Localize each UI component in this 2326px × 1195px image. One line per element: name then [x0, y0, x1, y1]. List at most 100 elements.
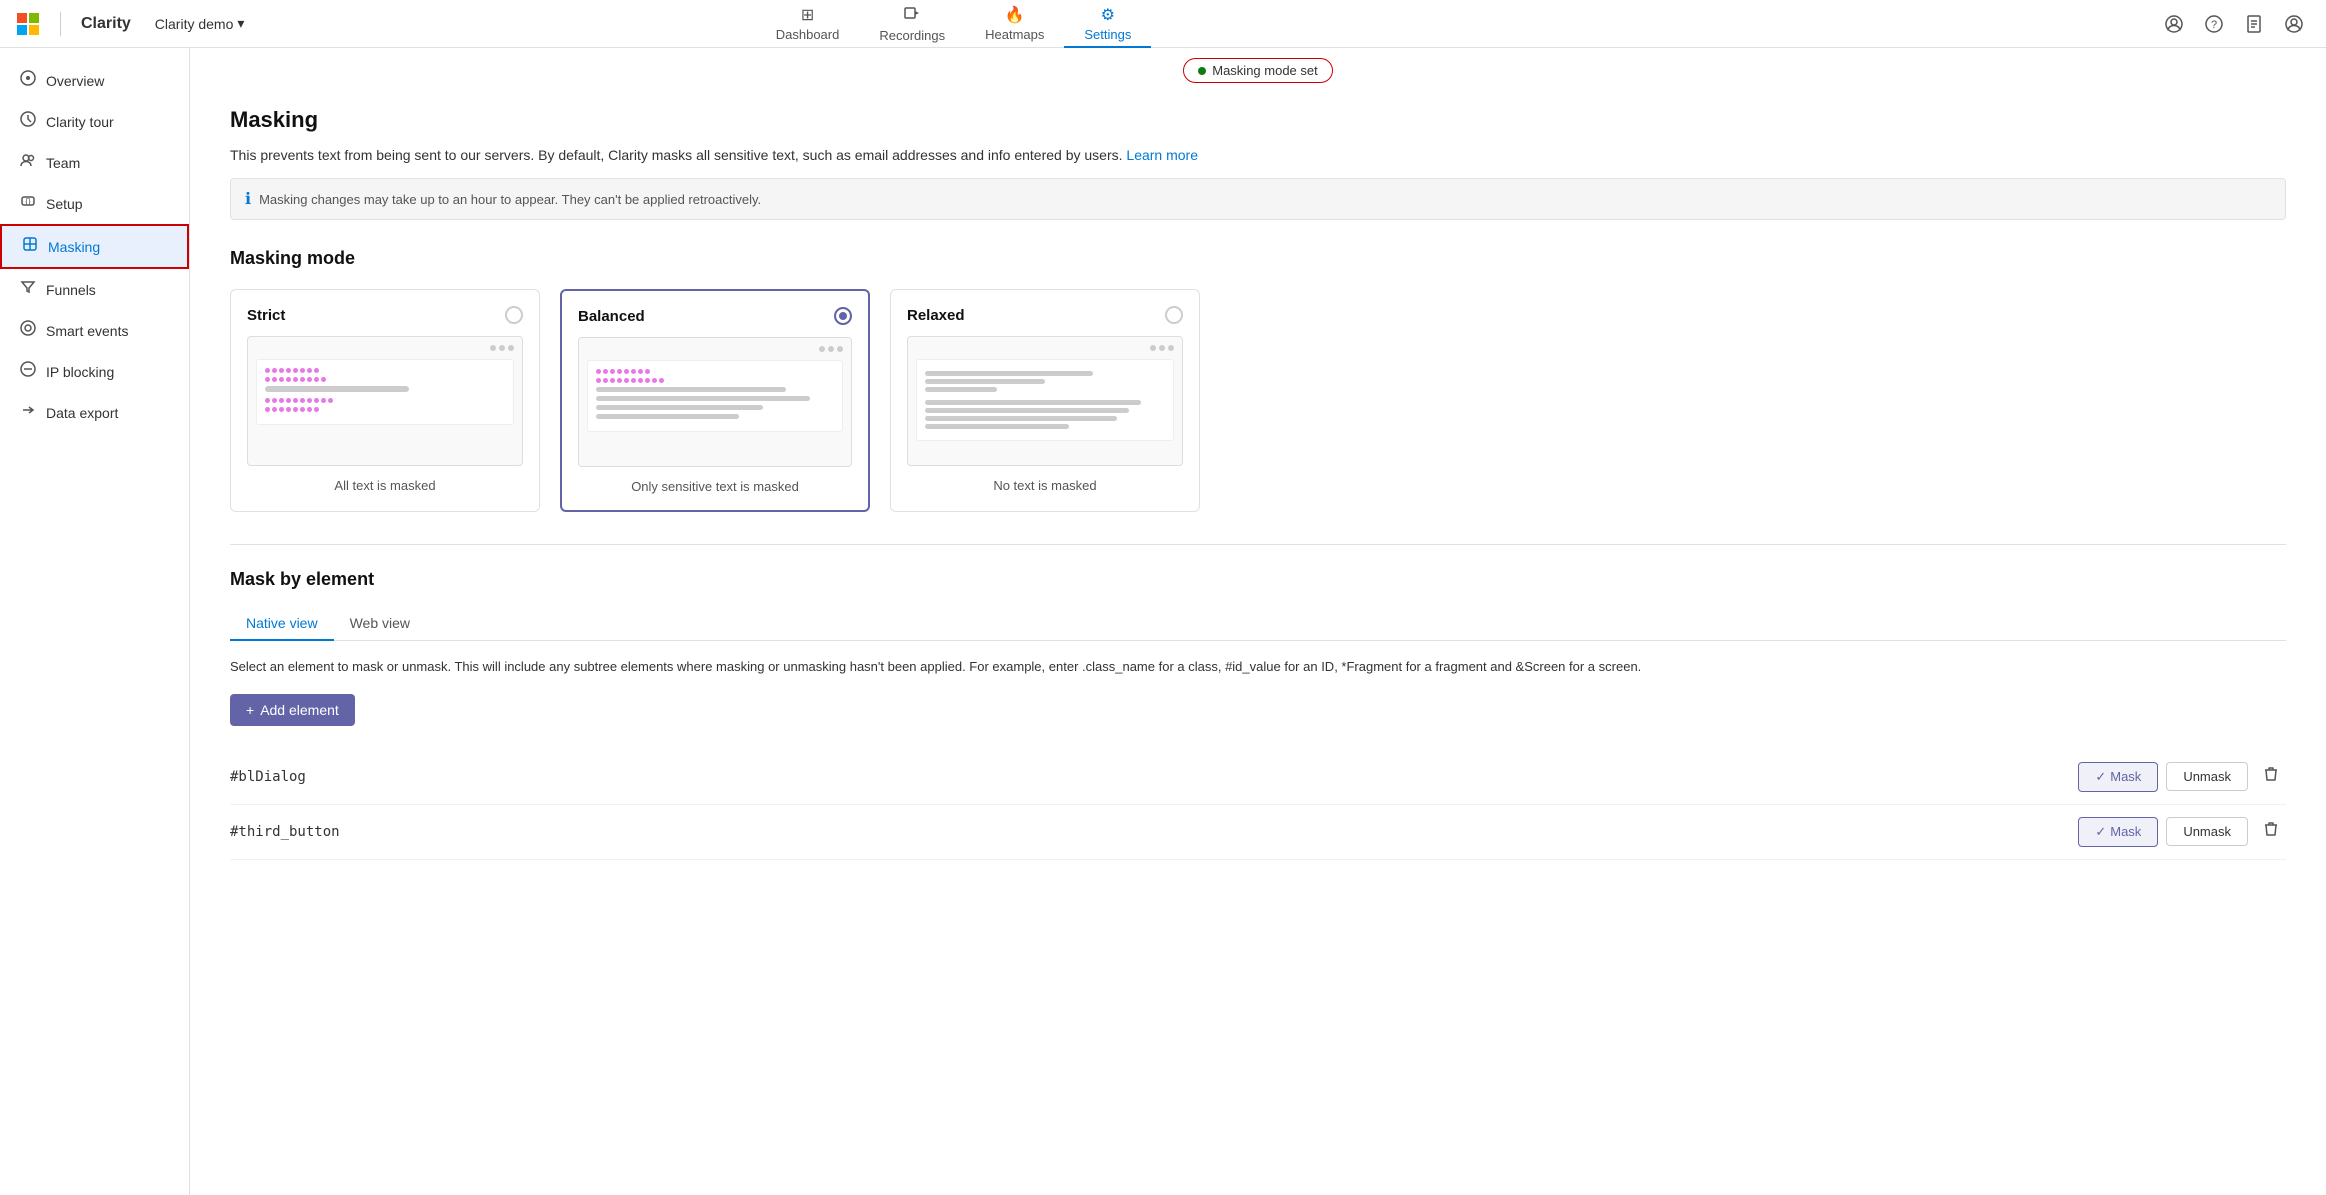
sidebar-item-setup-label: Setup — [46, 196, 83, 212]
unmask-label-2: Unmask — [2183, 824, 2231, 839]
sidebar-item-ip-blocking-label: IP blocking — [46, 364, 114, 380]
mask-description: Select an element to mask or unmask. Thi… — [230, 657, 2286, 678]
sidebar-item-masking[interactable]: Masking — [0, 224, 189, 269]
sidebar-item-data-export[interactable]: Data export — [0, 392, 189, 433]
info-icon: ℹ — [245, 189, 251, 209]
sidebar-item-smart-events[interactable]: Smart events — [0, 310, 189, 351]
tab-settings-label: Settings — [1084, 27, 1131, 42]
strict-preview — [247, 336, 523, 466]
brand: Clarity — [16, 12, 131, 36]
help-button[interactable]: ? — [2198, 8, 2230, 40]
mask-label-2: Mask — [2110, 824, 2141, 839]
app-name: Clarity — [81, 15, 131, 33]
sidebar-item-masking-label: Masking — [48, 239, 100, 255]
sidebar: Overview Clarity tour Team {} Setup Mask… — [0, 48, 190, 1195]
document-button[interactable] — [2238, 8, 2270, 40]
share-button[interactable] — [2158, 8, 2190, 40]
masking-card-balanced[interactable]: Balanced — [560, 289, 870, 512]
sidebar-item-clarity-tour[interactable]: Clarity tour — [0, 101, 189, 142]
balanced-preview — [578, 337, 852, 467]
tab-recordings[interactable]: Recordings — [859, 1, 965, 48]
overview-icon — [20, 70, 36, 91]
masking-mode-badge: Masking mode set — [1183, 58, 1333, 83]
nav-tabs: ⊞ Dashboard Recordings 🔥 Heatmaps ⚙ Sett… — [756, 0, 1152, 47]
sidebar-item-team[interactable]: Team — [0, 142, 189, 183]
tab-settings[interactable]: ⚙ Settings — [1064, 1, 1151, 48]
project-selector[interactable]: Clarity demo ▾ — [147, 11, 253, 36]
tab-dashboard-label: Dashboard — [776, 27, 840, 42]
tab-native-view[interactable]: Native view — [230, 607, 334, 641]
balanced-card-header: Balanced — [578, 307, 852, 325]
nav-divider — [60, 12, 61, 36]
element-row-third-button: #third_button ✓ Mask Unmask — [230, 805, 2286, 860]
strict-card-header: Strict — [247, 306, 523, 324]
page-content-area: Masking This prevents text from being se… — [190, 83, 2326, 884]
project-chevron-icon: ▾ — [237, 15, 244, 32]
settings-icon: ⚙ — [1101, 5, 1115, 25]
check-icon-2: ✓ — [2095, 824, 2106, 840]
sidebar-item-smart-events-label: Smart events — [46, 323, 128, 339]
mask-label: Mask — [2110, 769, 2141, 784]
ms-logo-icon — [16, 12, 40, 36]
balanced-radio[interactable] — [834, 307, 852, 325]
tab-dashboard[interactable]: ⊞ Dashboard — [756, 1, 860, 48]
relaxed-radio[interactable] — [1165, 306, 1183, 324]
top-nav: Clarity Clarity demo ▾ ⊞ Dashboard Recor… — [0, 0, 2326, 48]
data-export-icon — [20, 402, 36, 423]
unmask-label: Unmask — [2183, 769, 2231, 784]
tab-heatmaps[interactable]: 🔥 Heatmaps — [965, 1, 1064, 48]
user-menu-button[interactable] — [2278, 8, 2310, 40]
blDialog-unmask-button[interactable]: Unmask — [2166, 762, 2248, 791]
relaxed-card-title: Relaxed — [907, 307, 965, 324]
masking-banner: Masking mode set — [190, 48, 2326, 83]
svg-text:{}: {} — [25, 197, 31, 206]
dashboard-icon: ⊞ — [801, 5, 814, 25]
sidebar-item-data-export-label: Data export — [46, 405, 118, 421]
relaxed-preview — [907, 336, 1183, 466]
badge-dot — [1198, 67, 1206, 75]
balanced-card-title: Balanced — [578, 308, 645, 325]
sidebar-item-funnels[interactable]: Funnels — [0, 269, 189, 310]
view-tabs: Native view Web view — [230, 606, 2286, 641]
sidebar-item-team-label: Team — [46, 155, 80, 171]
blDialog-mask-button[interactable]: ✓ Mask — [2078, 762, 2158, 792]
heatmaps-icon: 🔥 — [1005, 5, 1025, 25]
tab-web-label: Web view — [350, 615, 410, 631]
third-button-unmask-button[interactable]: Unmask — [2166, 817, 2248, 846]
relaxed-caption: No text is masked — [907, 478, 1183, 493]
layout: Overview Clarity tour Team {} Setup Mask… — [0, 48, 2326, 1195]
tab-native-label: Native view — [246, 615, 318, 631]
third-button-actions: ✓ Mask Unmask — [2078, 817, 2286, 847]
masking-card-relaxed[interactable]: Relaxed — [890, 289, 1200, 512]
info-bar-text: Masking changes may take up to an hour t… — [259, 192, 761, 207]
tab-web-view[interactable]: Web view — [334, 607, 426, 641]
strict-caption: All text is masked — [247, 478, 523, 493]
masking-cards: Strict — [230, 289, 2286, 512]
add-icon: + — [246, 702, 254, 718]
third-button-delete-button[interactable] — [2256, 817, 2286, 846]
sidebar-item-ip-blocking[interactable]: IP blocking — [0, 351, 189, 392]
third-button-mask-button[interactable]: ✓ Mask — [2078, 817, 2158, 847]
sidebar-item-overview[interactable]: Overview — [0, 60, 189, 101]
svg-text:?: ? — [2211, 19, 2217, 31]
strict-card-title: Strict — [247, 307, 285, 324]
blDialog-delete-button[interactable] — [2256, 762, 2286, 791]
blDialog-actions: ✓ Mask Unmask — [2078, 762, 2286, 792]
add-element-button[interactable]: + Add element — [230, 694, 355, 726]
check-icon: ✓ — [2095, 769, 2106, 785]
tab-heatmaps-label: Heatmaps — [985, 27, 1044, 42]
element-row-blDialog: #blDialog ✓ Mask Unmask — [230, 750, 2286, 805]
section-divider — [230, 544, 2286, 545]
learn-more-link[interactable]: Learn more — [1126, 147, 1198, 163]
team-icon — [20, 152, 36, 173]
sidebar-item-clarity-tour-label: Clarity tour — [46, 114, 114, 130]
recordings-icon — [904, 5, 920, 26]
page-desc-text: This prevents text from being sent to ou… — [230, 147, 1123, 163]
main-content: Masking mode set Masking This prevents t… — [190, 48, 2326, 1195]
masking-card-strict[interactable]: Strict — [230, 289, 540, 512]
funnels-icon — [20, 279, 36, 300]
ip-blocking-icon — [20, 361, 36, 382]
sidebar-item-setup[interactable]: {} Setup — [0, 183, 189, 224]
page-title: Masking — [230, 107, 2286, 133]
strict-radio[interactable] — [505, 306, 523, 324]
